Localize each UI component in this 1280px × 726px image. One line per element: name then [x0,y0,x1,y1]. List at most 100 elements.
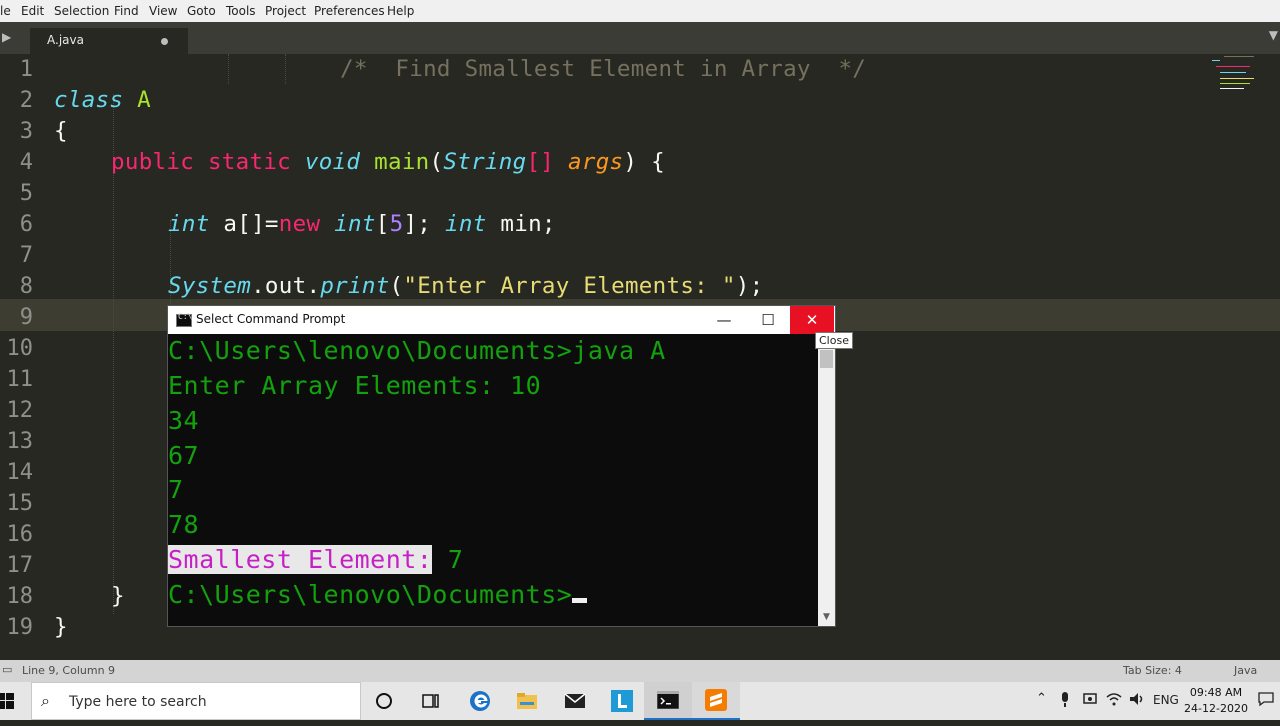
console-line: 34 [168,406,200,435]
line-number: 17 [6,553,34,578]
scroll-down-icon[interactable]: ▼ [818,612,835,622]
menu-preferences[interactable]: Preferences [314,4,385,18]
menu-project[interactable]: Project [265,4,306,18]
menu-edit[interactable]: Edit [21,4,44,18]
punct-token: [] [526,149,555,175]
console-toggle-icon[interactable]: ▭ [2,663,12,676]
line-number: 7 [19,243,33,268]
menu-goto[interactable]: Goto [187,4,216,18]
keyword-token: static [207,149,292,175]
maximize-button[interactable]: ☐ [746,306,790,334]
windows-taskbar: ⌕ Type here to search ⌃ ENG 09:48 AM 24-… [0,682,1280,720]
search-input[interactable]: Type here to search [69,694,207,710]
command-prompt-window[interactable]: C:\ Select Command Prompt — ☐ ✕ C:\Users… [167,305,836,627]
arg-token: args [568,149,624,175]
mic-icon[interactable] [1060,692,1070,712]
punct-token: ( [389,273,404,299]
cmd-title: Select Command Prompt [196,312,346,326]
console-prompt-line: C:\Users\lenovo\Documents> [168,580,588,609]
code-line-6: int a[]=new int[5]; int min; [168,211,556,237]
volume-icon[interactable] [1129,692,1145,710]
line-number: 2 [19,88,33,113]
line-number: 14 [6,460,34,485]
menu-help[interactable]: Help [387,4,414,18]
console-line: 67 [168,441,200,470]
minimap[interactable] [1210,56,1262,92]
menu-bar: le Edit Selection Find View Goto Tools P… [0,0,1280,23]
chevron-up-icon[interactable]: ⌃ [1036,691,1047,706]
console-line: 78 [168,510,200,539]
line-number: 10 [6,336,34,361]
unsaved-dot-icon[interactable] [161,38,168,45]
comment-token: /* Find Smallest Element in Array */ [340,56,867,82]
status-bar: ▭ Line 9, Column 9 Tab Size: 4 Java [0,660,1280,682]
windows-start-icon[interactable] [0,682,20,720]
tab-scroll-left-icon[interactable]: ▶ [2,30,11,44]
cortana-icon[interactable] [360,682,408,720]
tab-size[interactable]: Tab Size: 4 [1123,664,1182,677]
mail-icon[interactable] [551,682,599,720]
menu-find[interactable]: Find [114,4,139,18]
tab-dropdown-icon[interactable]: ▼ [1269,28,1278,42]
line-number: 4 [19,150,33,175]
minimize-button[interactable]: — [702,306,746,334]
tab-label: A.java [47,33,84,47]
cmd-window-icon: C:\ [176,312,192,327]
cmd-title-bar[interactable]: C:\ Select Command Prompt — ☐ ✕ [168,306,835,334]
indent-guide [285,54,286,84]
result-value: 7 [432,545,464,574]
number-token: 5 [389,211,404,237]
taskbar-search-box[interactable]: ⌕ Type here to search [31,682,361,720]
scroll-thumb[interactable] [820,350,833,368]
l-app-icon[interactable] [598,682,646,720]
brace-token: { [54,118,68,144]
syntax-mode[interactable]: Java [1234,664,1257,677]
keyword-token: class [54,87,124,113]
taskbar-clock[interactable]: 09:48 AM 24-12-2020 [1184,685,1248,717]
language-indicator[interactable]: ENG [1153,693,1179,707]
menu-selection[interactable]: Selection [54,4,109,18]
notification-icon[interactable] [1258,692,1274,710]
line-number: 12 [6,398,34,423]
task-view-icon[interactable] [407,682,455,720]
console-line: C:\Users\lenovo\Documents>java A [168,336,666,365]
line-number: 1 [19,57,33,82]
indent-guide [228,54,229,84]
console-line-result: Smallest Element: 7 [168,545,463,574]
edge-icon[interactable] [456,682,504,720]
code-line-8: System.out.print("Enter Array Elements: … [168,273,763,299]
prompt-text: C:\Users\lenovo\Documents> [168,580,573,609]
punct-token: ]; [403,211,445,237]
wifi-icon[interactable] [1106,692,1122,710]
menu-view[interactable]: View [149,4,177,18]
code-line-2: class A [54,87,151,113]
selected-text[interactable]: Smallest Element: [168,545,433,574]
punct-token: ( [429,149,444,175]
class-name-token: A [137,87,151,113]
file-explorer-icon[interactable] [503,682,551,720]
cmd-console[interactable]: C:\Users\lenovo\Documents>java A Enter A… [168,334,818,626]
line-number: 6 [19,212,33,237]
tab-a-java[interactable]: A.java [30,28,188,54]
close-button[interactable]: ✕ [790,306,834,334]
ident-token: a[]= [209,211,279,237]
type-token: String [443,149,527,175]
ident-token: min; [486,211,556,237]
cmd-scrollbar[interactable]: ▲ ▼ [818,334,835,626]
line-number: 11 [6,367,34,392]
menu-file[interactable]: le [0,4,11,18]
line-number: 3 [19,119,33,144]
line-number: 15 [6,491,34,516]
menu-tools[interactable]: Tools [226,4,256,18]
string-token: "Enter Array Elements: " [403,273,736,299]
search-icon: ⌕ [41,691,50,710]
punct-token: ); [735,273,764,299]
console-line: Enter Array Elements: 10 [168,371,542,400]
function-token: print [320,273,390,299]
line-number: 8 [19,274,33,299]
cmd-app-icon[interactable] [644,682,692,720]
sublime-app-icon[interactable] [692,682,740,720]
code-line-18: } [111,583,125,609]
punct-token: [ [375,211,390,237]
network-icon[interactable] [1082,692,1098,710]
